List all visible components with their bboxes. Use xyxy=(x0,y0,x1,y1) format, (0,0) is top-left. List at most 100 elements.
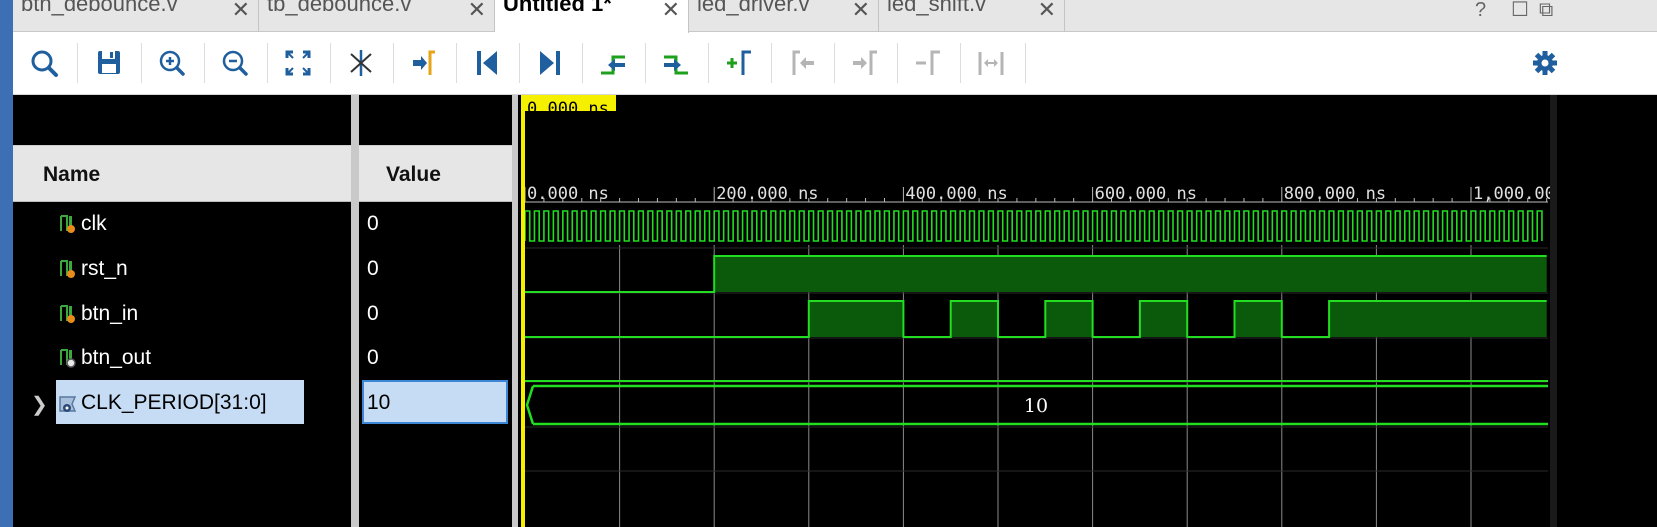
name-column-header[interactable]: Name xyxy=(13,145,351,202)
tab-untitled-1[interactable]: Untitled 1* ✕ xyxy=(495,0,689,33)
settings-gear-icon[interactable] xyxy=(1525,45,1565,81)
waveform-btn-in-fill xyxy=(808,301,904,337)
toolbar-divider xyxy=(330,43,331,83)
time-tick-label: 400.000 ns xyxy=(905,184,1007,204)
vertical-scrollbar[interactable] xyxy=(1550,95,1557,527)
signal-value: 0 xyxy=(367,257,379,280)
toolbar-divider xyxy=(897,43,898,83)
close-icon[interactable]: ✕ xyxy=(468,0,486,21)
time-tick-label: 600.000 ns xyxy=(1095,184,1197,204)
waveform-rst-n-fill xyxy=(714,256,1547,292)
signal-value: 10 xyxy=(367,391,391,414)
waveform-btn-in-fill xyxy=(1234,301,1282,337)
signal-name: btn_in xyxy=(81,302,139,325)
time-tick-label: 800.000 ns xyxy=(1284,184,1386,204)
signal-value: 0 xyxy=(367,346,379,369)
swap-cursors-icon[interactable] xyxy=(971,45,1011,81)
waveform-clk xyxy=(524,210,1543,242)
toolbar-divider xyxy=(456,43,457,83)
value-row-btn-out: 0 xyxy=(359,335,512,379)
toolbar-divider xyxy=(645,43,646,83)
logic-input-icon xyxy=(60,305,75,323)
cursor-snap-icon[interactable] xyxy=(341,45,381,81)
goto-end-icon[interactable] xyxy=(530,45,570,81)
help-icon[interactable]: ? xyxy=(1475,0,1486,20)
parameter-icon xyxy=(59,396,77,412)
search-icon[interactable] xyxy=(25,45,65,81)
signal-row-clk[interactable]: clk xyxy=(13,201,351,245)
tab-led-shift[interactable]: led_shift.v ✕ xyxy=(879,0,1065,32)
toolbar-divider xyxy=(204,43,205,83)
next-transition-icon[interactable] xyxy=(656,45,696,81)
toolbar-divider xyxy=(708,43,709,83)
logic-input-icon xyxy=(60,260,75,278)
signal-name: CLK_PERIOD[31:0] xyxy=(81,391,267,414)
zoom-fit-icon[interactable] xyxy=(278,45,318,81)
editor-tab-strip: btn_debounce.v ✕ tb_debounce.v ✕ Untitle… xyxy=(13,0,1657,33)
cursor-time-label: 0.000 ns xyxy=(527,99,609,119)
tab-label: tb_debounce.v xyxy=(267,0,412,16)
prev-transition-icon[interactable] xyxy=(593,45,633,81)
name-column-label: Name xyxy=(43,163,101,186)
value-column-header[interactable]: Value xyxy=(359,145,512,202)
tab-led-driver[interactable]: led_driver.v ✕ xyxy=(689,0,879,32)
close-icon[interactable]: ✕ xyxy=(662,0,680,21)
float-icon[interactable]: ⧉ xyxy=(1539,0,1553,20)
time-tick-label: 200.000 ns xyxy=(716,184,818,204)
goto-cursor-icon[interactable] xyxy=(404,45,444,81)
value-row-btn-in: 0 xyxy=(359,291,512,335)
prev-marker-icon[interactable] xyxy=(782,45,822,81)
add-marker-icon[interactable] xyxy=(719,45,759,81)
waveform-btn-in-fill xyxy=(950,301,998,337)
time-tick-label: 1,000.00 xyxy=(1473,184,1555,204)
toolbar-divider xyxy=(519,43,520,83)
tab-label: Untitled 1* xyxy=(503,0,612,16)
tab-label: btn_debounce.v xyxy=(21,0,178,16)
value-column-label: Value xyxy=(386,163,441,186)
tab-label: led_driver.v xyxy=(697,0,810,16)
tab-label: led_shift.v xyxy=(887,0,987,16)
signal-row-clk-period[interactable]: CLK_PERIOD[31:0] xyxy=(13,380,351,424)
toolbar-divider xyxy=(771,43,772,83)
zoom-out-icon[interactable] xyxy=(215,45,255,81)
signal-name: rst_n xyxy=(81,257,128,280)
time-tick-label: 0.000 ns xyxy=(527,184,609,204)
signal-row-btn-in[interactable]: btn_in xyxy=(13,291,351,335)
signal-value: 0 xyxy=(367,212,379,235)
tab-tb-debounce[interactable]: tb_debounce.v ✕ xyxy=(259,0,495,32)
save-icon[interactable] xyxy=(89,45,129,81)
goto-start-icon[interactable] xyxy=(467,45,507,81)
toolbar-divider xyxy=(141,43,142,83)
value-row-clk-period[interactable]: 10 xyxy=(359,380,512,424)
toolbar-divider xyxy=(393,43,394,83)
waveform-canvas[interactable]: 0.000 ns 200.000 ns 400.000 ns 600.000 ns 80… xyxy=(518,95,1657,527)
waveform-btn-in-fill xyxy=(1329,301,1547,337)
remove-marker-icon[interactable] xyxy=(908,45,948,81)
restore-icon[interactable]: ☐ xyxy=(1511,0,1529,20)
signal-name: clk xyxy=(81,212,107,235)
toolbar-divider xyxy=(267,43,268,83)
value-row-rst-n: 0 xyxy=(359,246,512,290)
signal-row-rst-n[interactable]: rst_n xyxy=(13,246,351,290)
toolbar-divider xyxy=(834,43,835,83)
waveform-btn-in-fill xyxy=(1045,301,1093,337)
toolbar-divider xyxy=(77,43,78,83)
zoom-in-icon[interactable] xyxy=(152,45,192,81)
next-marker-icon[interactable] xyxy=(845,45,885,81)
signal-name: btn_out xyxy=(81,346,152,369)
waveform-btn-in-fill xyxy=(1139,301,1188,337)
window-edge-bar xyxy=(0,0,13,527)
tab-btn-debounce[interactable]: btn_debounce.v ✕ xyxy=(13,0,259,32)
close-icon[interactable]: ✕ xyxy=(232,0,250,21)
waveform-window: btn_debounce.v ✕ tb_debounce.v ✕ Untitle… xyxy=(0,0,1657,527)
toolbar-divider xyxy=(582,43,583,83)
toolbar-divider xyxy=(1025,43,1026,83)
logic-output-icon xyxy=(60,349,76,368)
pane-splitter[interactable] xyxy=(351,95,359,527)
close-icon[interactable]: ✕ xyxy=(1038,0,1056,21)
close-icon[interactable]: ✕ xyxy=(852,0,870,21)
logic-input-icon xyxy=(60,215,75,233)
signal-row-btn-out[interactable]: btn_out xyxy=(13,335,351,379)
waveform-plot[interactable]: 0.000 ns 200.000 ns 400.000 ns 600.000 ns 80… xyxy=(518,95,1657,527)
bus-value-label: 10 xyxy=(1024,395,1048,417)
